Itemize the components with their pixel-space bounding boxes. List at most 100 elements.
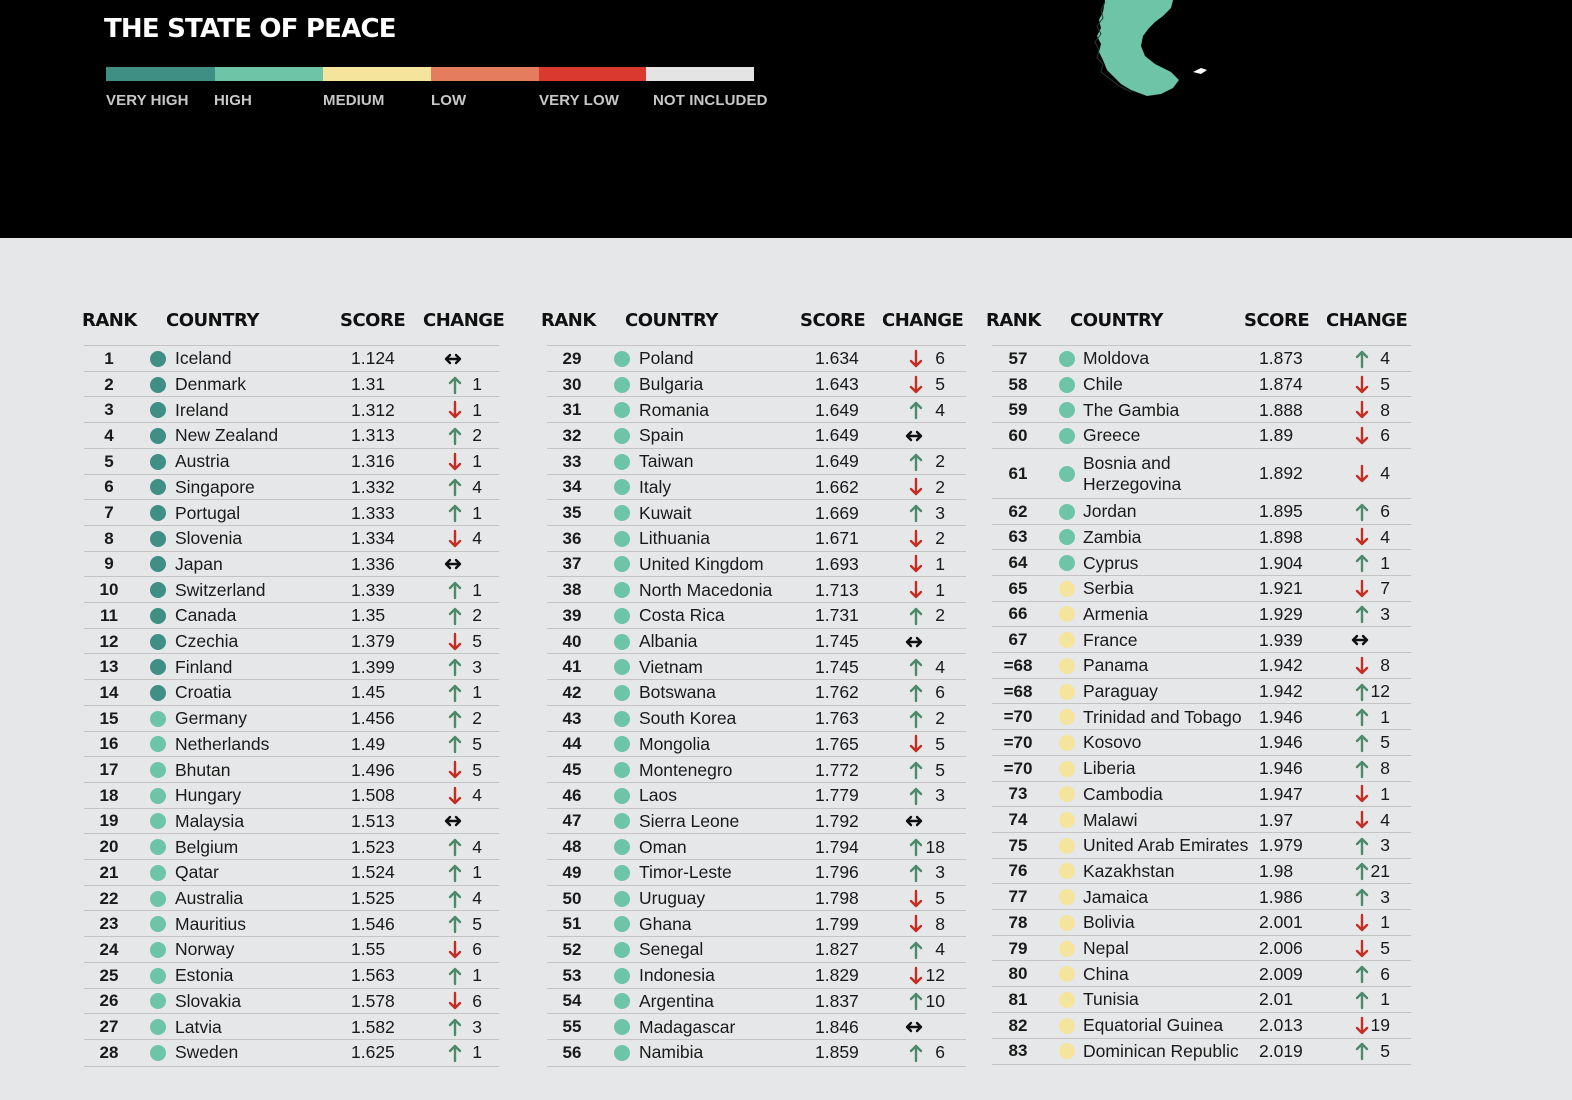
arrow-up-icon	[1352, 961, 1372, 987]
country-cell: South Korea	[639, 708, 737, 729]
peace-level-dot	[150, 582, 166, 599]
peace-level-dot	[150, 505, 166, 522]
rank-cell: 3	[104, 400, 114, 420]
change-value: 5	[472, 759, 482, 780]
score-cell: 1.846	[815, 1016, 859, 1037]
rank-header: RANK	[986, 310, 1041, 331]
table-row: 4 New Zealand 1.313 2	[84, 422, 499, 449]
score-cell: 1.334	[351, 528, 395, 549]
arrow-down-icon	[1352, 807, 1372, 833]
score-cell: 1.713	[815, 579, 859, 600]
peace-level-dot	[614, 967, 630, 984]
table-row: 36 Lithuania 1.671 2	[547, 524, 966, 552]
score-cell: 1.827	[815, 939, 859, 960]
peace-level-dot	[150, 530, 166, 547]
rank-cell: 34	[562, 477, 582, 497]
arrow-down-icon	[1352, 423, 1372, 449]
country-cell: Iceland	[175, 348, 232, 369]
rank-cell: 53	[562, 965, 582, 985]
arrows-horizontal-icon	[904, 1014, 924, 1040]
change-value: 3	[935, 502, 945, 523]
peace-level-dot	[614, 736, 630, 753]
peace-level-dot	[1059, 427, 1075, 444]
rank-cell: 62	[1008, 501, 1028, 521]
table-row: 32 Spain 1.649	[547, 422, 966, 449]
score-cell: 1.829	[815, 965, 859, 986]
rank-cell: 41	[562, 657, 582, 677]
country-cell: Lithuania	[639, 528, 711, 549]
peace-level-dot	[1059, 606, 1075, 623]
change-value: 2	[935, 451, 945, 472]
change-value: 6	[472, 990, 482, 1011]
country-cell: Czechia	[175, 631, 239, 652]
arrow-down-icon	[1352, 525, 1372, 551]
score-cell: 1.578	[351, 990, 395, 1011]
table-row: 5 Austria 1.316 1	[84, 447, 499, 475]
country-cell: The Gambia	[1083, 399, 1180, 420]
change-value: 5	[472, 631, 482, 652]
rank-cell: 25	[99, 965, 119, 985]
score-cell: 1.762	[815, 682, 859, 703]
peace-level-dot	[614, 916, 630, 933]
change-value: 10	[925, 990, 945, 1011]
country-cell: North Macedonia	[639, 579, 773, 600]
rank-cell: =68	[1003, 681, 1033, 701]
arrows-horizontal-icon	[904, 629, 924, 655]
change-value: 4	[935, 399, 945, 420]
change-header: CHANGE	[1326, 310, 1408, 331]
rank-cell: 60	[1008, 425, 1028, 445]
score-cell: 1.649	[815, 399, 859, 420]
peace-level-dot	[614, 556, 630, 573]
country-cell: Ghana	[639, 913, 692, 934]
peace-level-dot	[614, 762, 630, 779]
peace-level-dot	[614, 505, 630, 522]
table-row: 50 Uruguay 1.798 5	[547, 884, 966, 912]
score-cell: 1.765	[815, 733, 859, 754]
peace-level-dot	[614, 1044, 630, 1061]
score-header: SCORE	[800, 310, 866, 331]
country-cell: Qatar	[175, 862, 219, 883]
table-row: 17 Bhutan 1.496 5	[84, 756, 499, 783]
rank-cell: 19	[99, 811, 119, 831]
peace-level-dot	[1059, 657, 1075, 674]
rank-cell: 38	[562, 580, 582, 600]
rank-cell: 14	[99, 682, 119, 702]
score-cell: 1.888	[1259, 399, 1303, 420]
country-cell: Argentina	[639, 990, 714, 1011]
rank-cell: 83	[1008, 1041, 1028, 1061]
country-cell: Trinidad and Tobago	[1083, 706, 1242, 727]
score-cell: 1.669	[815, 502, 859, 523]
country-cell: Uruguay	[639, 888, 706, 909]
peace-level-dot	[1059, 1043, 1075, 1060]
country-cell: Ireland	[175, 399, 229, 420]
score-cell: 1.563	[351, 965, 395, 986]
country-cell: Switzerland	[175, 579, 266, 600]
peace-level-dot	[1059, 580, 1075, 597]
change-value: 3	[1380, 835, 1390, 856]
peace-level-dot	[150, 402, 166, 419]
country-cell: Estonia	[175, 965, 234, 986]
change-value: 5	[935, 733, 945, 754]
change-value: 3	[935, 862, 945, 883]
table-row: =70 Liberia 1.946 8	[992, 754, 1411, 782]
score-cell: 1.745	[815, 656, 859, 677]
change-value: 4	[472, 836, 482, 857]
score-cell: 1.399	[351, 656, 395, 677]
score-cell: 1.799	[815, 913, 859, 934]
peace-level-dot	[614, 839, 630, 856]
change-value: 3	[472, 1016, 482, 1037]
table-row: 51 Ghana 1.799 8	[547, 910, 966, 937]
change-value: 2	[935, 476, 945, 497]
country-cell: Mongolia	[639, 733, 711, 754]
score-cell: 1.946	[1259, 732, 1303, 753]
score-cell: 1.942	[1259, 655, 1303, 676]
peace-level-dot	[1059, 465, 1075, 482]
peace-level-dot	[1059, 940, 1075, 957]
rank-cell: 52	[562, 939, 582, 959]
score-cell: 1.794	[815, 836, 859, 857]
arrows-horizontal-icon	[443, 346, 463, 372]
table-row: 34 Italy 1.662 2	[547, 473, 966, 501]
country-cell: Mauritius	[175, 913, 246, 934]
change-value: 1	[935, 579, 945, 600]
map-island	[1193, 68, 1207, 74]
